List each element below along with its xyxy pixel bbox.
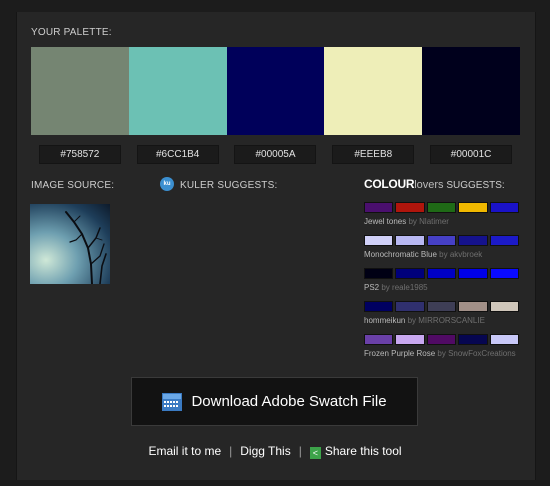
hex-code-3[interactable]: #00005A xyxy=(234,145,317,164)
suggestion-palette[interactable] xyxy=(364,202,520,213)
share-tool-link[interactable]: < Share this tool xyxy=(309,444,402,459)
suggestion-swatch xyxy=(489,202,520,213)
colourlovers-heading: COLOURlovers SUGGESTS: xyxy=(364,177,505,191)
suggestion-title: PS2 xyxy=(364,283,380,292)
suggestion-palette[interactable] xyxy=(364,235,520,246)
kuler-heading: KULER SUGGESTS: xyxy=(180,180,278,191)
suggestion-swatch xyxy=(364,202,394,213)
suggestion-author: by reale1985 xyxy=(381,283,428,292)
suggestion-swatch xyxy=(426,301,457,312)
hex-code-4[interactable]: #EEEB8 xyxy=(332,145,415,164)
suggestion-swatch xyxy=(364,301,394,312)
colourlovers-brand-suffix: lovers xyxy=(414,179,444,191)
suggestion-swatch xyxy=(458,268,488,279)
suggestion-swatch xyxy=(364,334,394,345)
suggestion-swatch xyxy=(364,268,394,279)
suggestion-swatch xyxy=(458,334,488,345)
suggestion-name[interactable]: PS2 by reale1985 xyxy=(364,283,428,292)
colourlovers-brand: COLOUR xyxy=(364,177,415,191)
hex-code-5[interactable]: #00001C xyxy=(430,145,513,164)
suggestion-swatch xyxy=(426,334,457,345)
download-label: Download Adobe Swatch File xyxy=(191,393,387,410)
swatch-file-icon xyxy=(162,392,183,411)
suggestion-swatch xyxy=(426,202,457,213)
suggestion-swatch xyxy=(426,235,457,246)
swatch-3[interactable] xyxy=(226,47,325,135)
suggestion-swatch xyxy=(426,268,457,279)
link-separator: | xyxy=(229,444,233,458)
suggestion-palette[interactable] xyxy=(364,334,520,345)
hex-code-1[interactable]: #758572 xyxy=(38,145,121,164)
source-image-thumbnail[interactable] xyxy=(30,204,110,284)
suggestion-swatch xyxy=(489,235,520,246)
colourlovers-heading-suffix: SUGGESTS: xyxy=(443,180,505,191)
swatch-1[interactable] xyxy=(31,47,129,135)
branch-silhouette xyxy=(65,211,107,284)
suggestion-palette[interactable] xyxy=(364,301,520,312)
suggestion-author: by MIRRORSCANLIE xyxy=(407,316,485,325)
suggestion-name[interactable]: Monochromatic Blue by akvbroek xyxy=(364,250,482,259)
suggestion-swatch xyxy=(489,268,520,279)
palette-heading: YOUR PALETTE: xyxy=(31,27,112,38)
suggestion-swatch xyxy=(395,268,425,279)
suggestion-name[interactable]: Jewel tones by Nlatimer xyxy=(364,217,449,226)
swatch-5[interactable] xyxy=(422,47,520,135)
suggestion-title: Monochromatic Blue xyxy=(364,250,437,259)
suggestion-author: by SnowFoxCreations xyxy=(437,349,516,358)
link-separator: | xyxy=(298,444,302,458)
share-links: Email it to me | Digg This | < Share this too… xyxy=(0,444,550,459)
share-label: Share this tool xyxy=(324,444,402,458)
digg-link[interactable]: Digg This xyxy=(240,444,290,458)
suggestion-author: by Nlatimer xyxy=(408,217,449,226)
email-link[interactable]: Email it to me xyxy=(148,444,221,458)
suggestion-swatch xyxy=(489,334,520,345)
swatch-4[interactable] xyxy=(324,47,423,135)
suggestion-swatch xyxy=(395,334,425,345)
palette-swatches xyxy=(31,47,520,135)
suggestion-swatch xyxy=(458,202,488,213)
suggestion-swatch xyxy=(395,235,425,246)
suggestion-swatch xyxy=(458,301,488,312)
suggestion-author: by akvbroek xyxy=(439,250,483,259)
share-icon: < xyxy=(309,447,321,459)
image-source-heading: IMAGE SOURCE: xyxy=(31,180,115,191)
suggestion-swatch xyxy=(489,301,520,312)
suggestion-title: Jewel tones xyxy=(364,217,407,226)
suggestion-title: hommeikun xyxy=(364,316,406,325)
suggestion-name[interactable]: Frozen Purple Rose by SnowFoxCreations xyxy=(364,349,516,358)
suggestion-swatch xyxy=(458,235,488,246)
suggestion-swatch xyxy=(395,202,425,213)
hex-code-2[interactable]: #6CC1B4 xyxy=(136,145,219,164)
suggestion-name[interactable]: hommeikun by MIRRORSCANLIE xyxy=(364,316,485,325)
download-swatch-button[interactable]: Download Adobe Swatch File xyxy=(131,377,418,426)
kuler-icon: ku xyxy=(160,177,174,191)
suggestion-title: Frozen Purple Rose xyxy=(364,349,436,358)
hex-codes: #758572 #6CC1B4 #00005A #EEEB8 #00001C xyxy=(31,145,520,164)
suggestion-swatch xyxy=(364,235,394,246)
suggestion-swatch xyxy=(395,301,425,312)
suggestion-palette[interactable] xyxy=(364,268,520,279)
swatch-2[interactable] xyxy=(128,47,227,135)
